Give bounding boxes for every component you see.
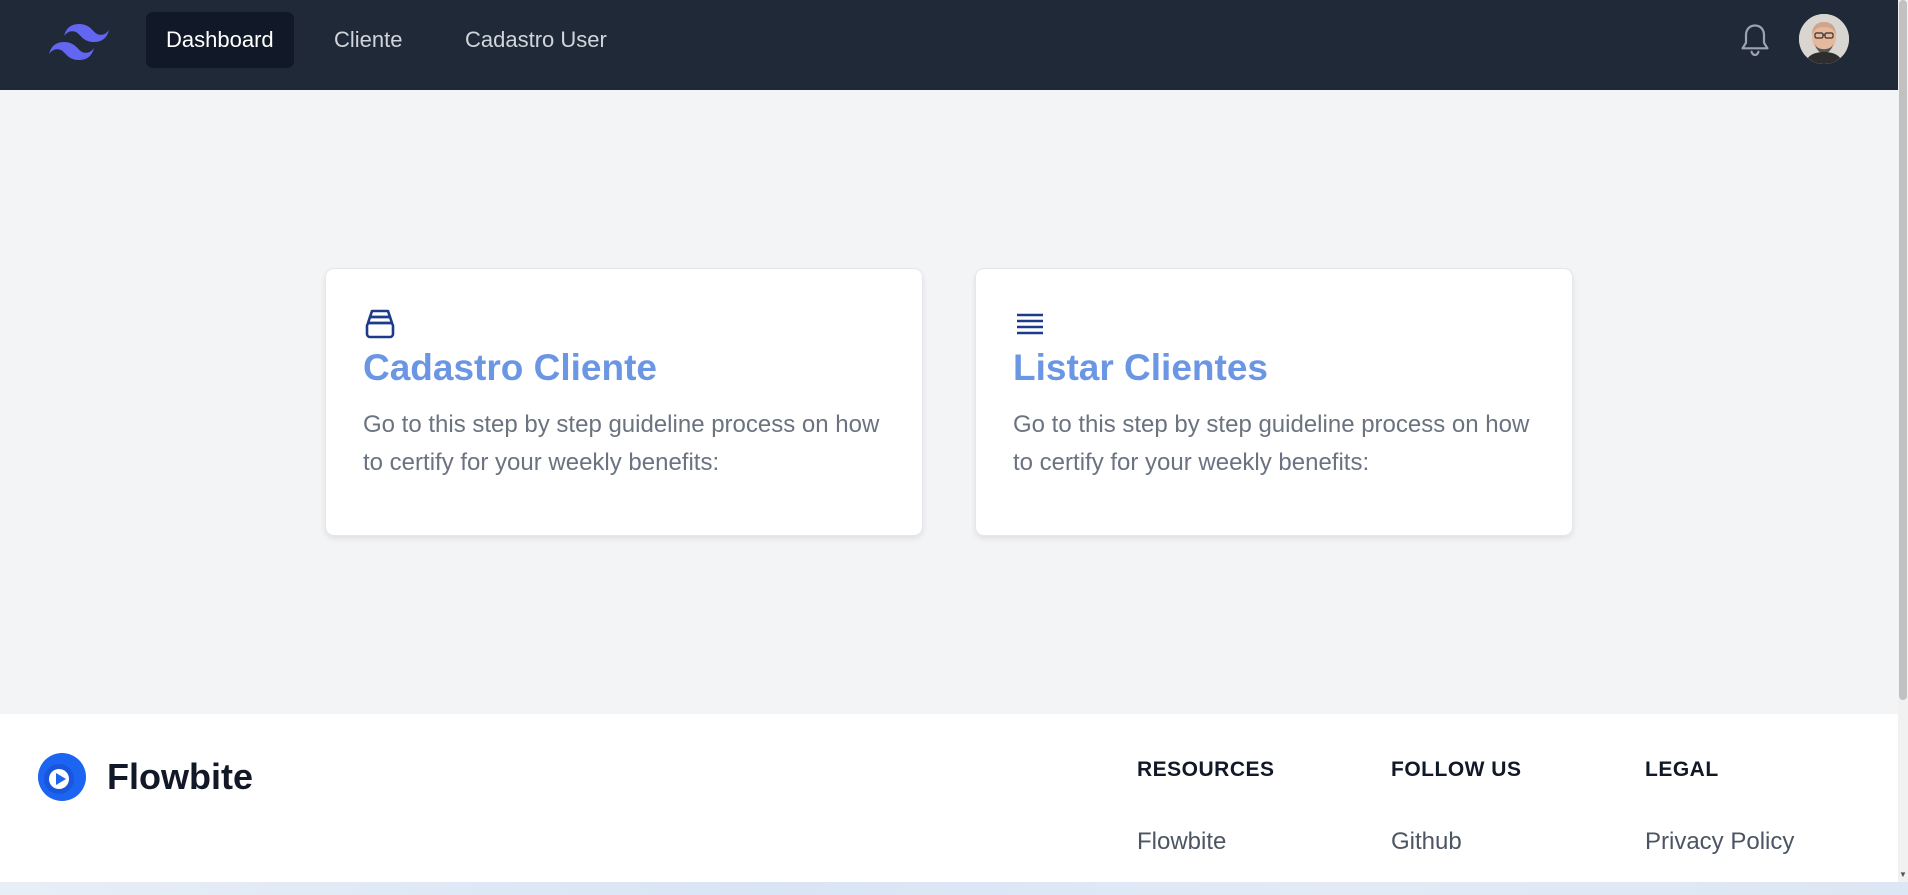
card-title: Listar Clientes [1013, 347, 1268, 388]
footer-column-heading: FOLLOW US [1391, 758, 1522, 781]
footer-brand[interactable]: Flowbite [37, 752, 253, 802]
card-listar-clientes[interactable]: Listar Clientes Go to this step by step … [975, 268, 1573, 536]
page-scrollbar[interactable]: ▼ [1898, 0, 1908, 882]
inbox-stack-icon [365, 309, 395, 339]
footer-column-resources: RESOURCES Flowbite [1137, 758, 1275, 855]
scroll-down-arrow-icon[interactable]: ▼ [1898, 870, 1908, 880]
nav-item-cadastro-user[interactable]: Cadastro User [445, 12, 627, 68]
nav-item-dashboard[interactable]: Dashboard [146, 12, 294, 68]
footer: Flowbite RESOURCES Flowbite FOLLOW US Gi… [0, 714, 1898, 882]
avatar-photo [1799, 14, 1849, 64]
bell-icon[interactable] [1738, 22, 1772, 58]
card-description: Go to this step by step guideline proces… [363, 411, 880, 476]
footer-column-legal: LEGAL Privacy Policy [1645, 758, 1794, 855]
user-avatar[interactable] [1799, 14, 1849, 64]
card-cadastro-cliente[interactable]: Cadastro Cliente Go to this step by step… [325, 268, 923, 536]
flowbite-logo-icon [38, 753, 86, 801]
scrollbar-thumb[interactable] [1899, 0, 1907, 700]
footer-column-follow-us: FOLLOW US Github [1391, 758, 1522, 855]
card-title: Cadastro Cliente [363, 347, 658, 388]
list-lines-icon [1017, 313, 1043, 335]
footer-link-privacy-policy[interactable]: Privacy Policy [1645, 828, 1794, 856]
footer-link-flowbite[interactable]: Flowbite [1137, 828, 1226, 856]
nav-item-cliente[interactable]: Cliente [314, 12, 422, 68]
tailwind-logo-icon[interactable] [49, 20, 109, 60]
brand-name: Flowbite [107, 756, 253, 797]
card-description: Go to this step by step guideline proces… [1013, 411, 1530, 476]
footer-column-heading: RESOURCES [1137, 758, 1275, 781]
taskbar-strip [0, 882, 1908, 895]
footer-column-heading: LEGAL [1645, 758, 1719, 781]
top-navbar: Dashboard Cliente Cadastro User [0, 0, 1898, 90]
footer-link-github[interactable]: Github [1391, 828, 1462, 856]
